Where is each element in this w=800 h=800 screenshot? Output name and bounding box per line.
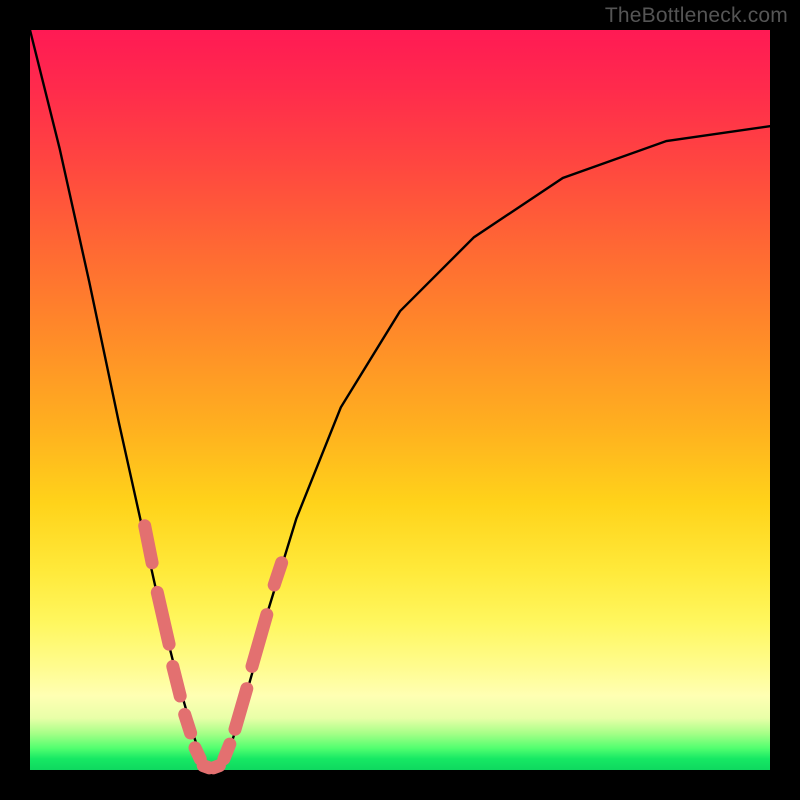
plot-area [30,30,770,770]
trough-dash [173,666,180,696]
trough-dash [274,563,281,585]
trough-dash [214,766,220,768]
trough-dash [252,615,267,667]
trough-dash [185,715,191,734]
trough-dash [145,526,152,563]
bottleneck-curve [30,30,770,770]
watermark-text: TheBottleneck.com [605,4,788,28]
curve-layer [30,30,770,770]
trough-dash [224,744,230,759]
trough-marker-group [145,526,282,768]
trough-dash [195,748,200,759]
chart-frame: TheBottleneck.com [0,0,800,800]
trough-dash [157,592,169,644]
trough-dash [235,689,247,730]
